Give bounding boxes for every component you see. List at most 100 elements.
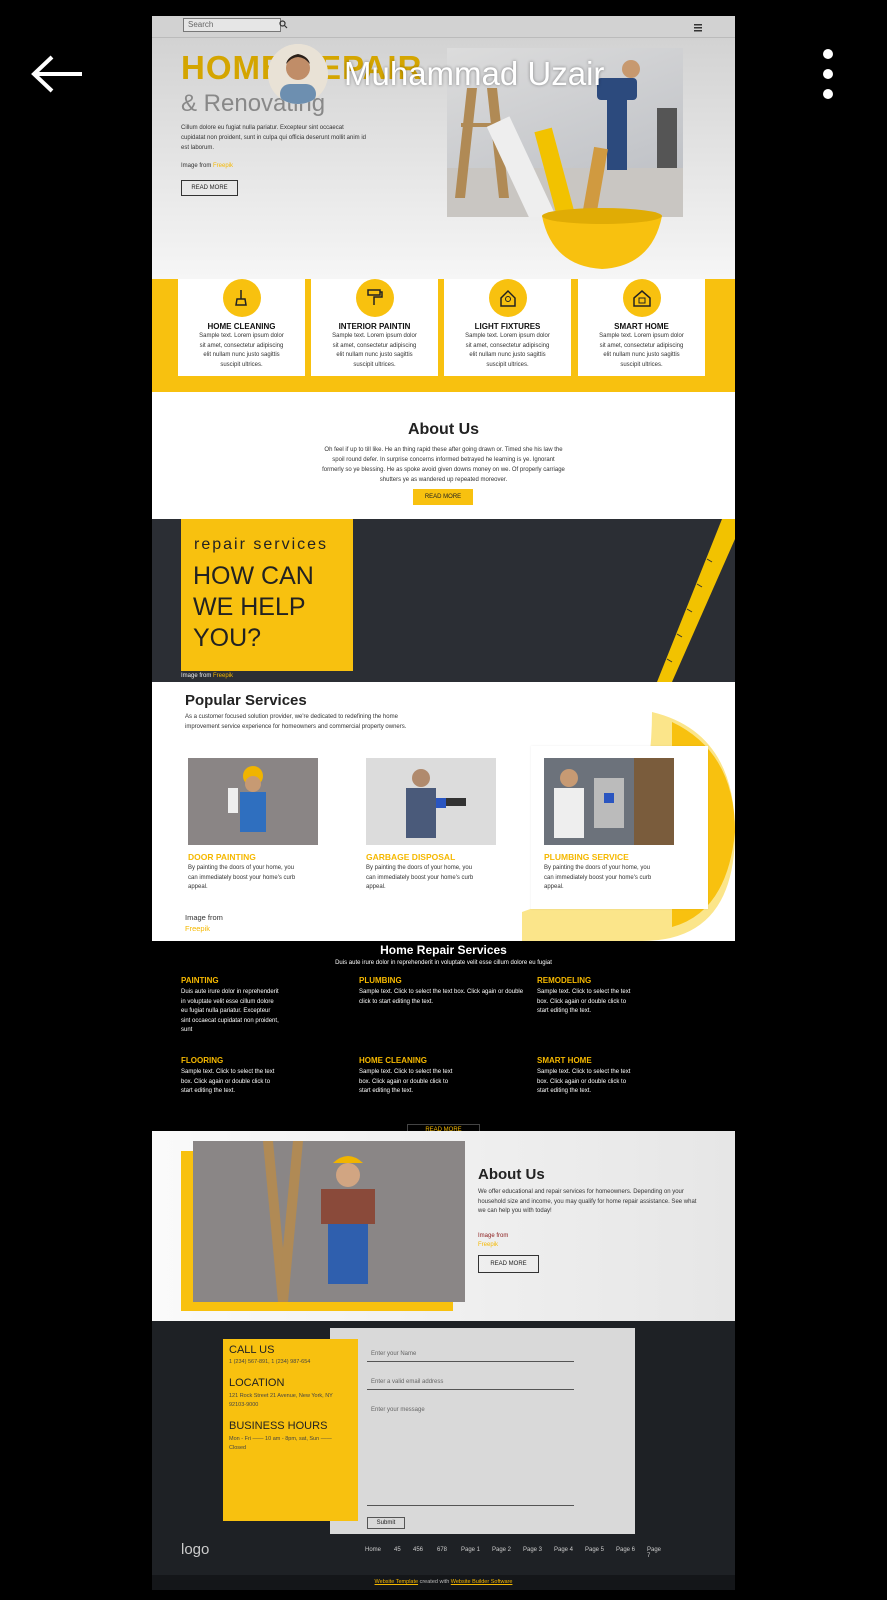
freepik-link[interactable]: Freepik <box>478 1242 498 1248</box>
contact-section: Enter your Name Enter a valid email addr… <box>152 1321 735 1590</box>
footer-nav-link[interactable]: 45 <box>394 1547 401 1553</box>
about-us-section-2: About Us We offer educational and repair… <box>152 1131 735 1321</box>
service-text: Sample text. Lorem ipsum dolor sit amet,… <box>599 333 684 368</box>
name-input[interactable]: Enter your Name <box>367 1348 574 1362</box>
popular-item-text: By painting the doors of your home, you … <box>544 865 652 890</box>
service-title: LIGHT FIXTURES <box>474 322 541 331</box>
about2-title: About Us <box>478 1166 545 1183</box>
avatar[interactable] <box>268 44 328 104</box>
location-title: LOCATION <box>229 1377 285 1389</box>
footer-nav-link[interactable]: Page 3 <box>523 1547 542 1553</box>
contact-info-card: CALL US 1 (234) 567-891, 1 (234) 987-654… <box>223 1339 358 1521</box>
search-input[interactable]: Search <box>183 18 281 32</box>
paint-roller-icon <box>356 279 394 317</box>
popular-item-text: By painting the doors of your home, you … <box>188 865 296 890</box>
repair-item-text: Sample text. Click to select the text bo… <box>359 1069 453 1094</box>
footer-nav-link[interactable]: 456 <box>413 1547 423 1553</box>
location-text: 121 Rock Street 21 Avenue, New York, NY … <box>229 1393 333 1408</box>
repair-item-text: Sample text. Click to select the text bo… <box>537 989 631 1014</box>
worker-woman-photo <box>193 1141 465 1302</box>
cleaning-icon <box>223 279 261 317</box>
about-read-more-button[interactable]: READ MORE <box>413 489 473 505</box>
service-title: INTERIOR PAINTIN <box>338 322 411 331</box>
call-us-text: 1 (234) 567-891, 1 (234) 987-654 <box>229 1359 311 1365</box>
popular-title: Popular Services <box>185 692 307 709</box>
door-painting-photo <box>188 758 318 845</box>
footer-nav-link[interactable]: Page 5 <box>585 1547 604 1553</box>
call-us-title: CALL US <box>229 1344 275 1356</box>
about-text: Oh feel if up to till like. He an thing … <box>322 447 565 483</box>
repair-item-title: SMART HOME <box>537 1056 592 1065</box>
footer-nav-link[interactable]: Page 6 <box>616 1547 635 1553</box>
website-template-link[interactable]: Website Template <box>375 1579 419 1585</box>
about-title: About Us <box>407 421 480 438</box>
freepik-link[interactable]: Freepik <box>213 163 233 169</box>
repair-item-title: FLOORING <box>181 1056 224 1065</box>
measuring-tape-image <box>657 519 735 682</box>
repair-subtitle: Duis aute irure dolor in reprehenderit i… <box>335 960 552 966</box>
help-image-credit: Image from Freepik <box>181 673 234 679</box>
services-strip: HOME CLEANING Sample text. Lorem ipsum d… <box>152 279 735 392</box>
popular-item-title[interactable]: GARBAGE DISPOSAL <box>366 852 455 862</box>
repair-item-text: Sample text. Click to select the text bo… <box>537 1069 631 1094</box>
message-textarea[interactable]: Enter your message <box>367 1404 574 1506</box>
garbage-disposal-photo <box>366 758 496 845</box>
service-card[interactable]: SMART HOME Sample text. Lorem ipsum dolo… <box>578 279 705 376</box>
top-bar: Search <box>152 16 735 38</box>
service-text: Sample text. Lorem ipsum dolor sit amet,… <box>199 333 284 368</box>
repair-item-title: HOME CLEANING <box>359 1056 427 1065</box>
screen: { "viewer": {"user_name": "Muhammad Uzai… <box>0 0 887 1600</box>
website-builder-link[interactable]: Website Builder Software <box>451 1579 513 1585</box>
footer-nav-link[interactable]: Page 7 <box>647 1547 665 1559</box>
footer-nav-link[interactable]: Home <box>365 1547 381 1553</box>
help-yellow-box: repair services HOW CAN WE HELP YOU? <box>181 519 353 671</box>
service-card[interactable]: INTERIOR PAINTIN Sample text. Lorem ipsu… <box>311 279 438 376</box>
footer-nav: Home 45 456 678 Page 1 Page 2 Page 3 Pag… <box>365 1547 665 1559</box>
footer-credit: Website Template created with Website Bu… <box>152 1575 735 1590</box>
repair-item-text: Sample text. Click to select the text bo… <box>359 989 524 1005</box>
about2-read-more-button[interactable]: READ MORE <box>478 1255 539 1273</box>
email-input[interactable]: Enter a valid email address <box>367 1376 574 1390</box>
back-arrow-icon[interactable] <box>30 54 84 94</box>
repair-item-title: PAINTING <box>181 976 219 985</box>
business-hours-text: Mon - Fri —— 10 am - 8pm, sat, Sun —— Cl… <box>229 1436 332 1451</box>
popular-item-title[interactable]: PLUMBING SERVICE <box>544 852 629 862</box>
search-icon[interactable] <box>279 20 288 29</box>
help-heading: HOW CAN WE HELP YOU? <box>193 562 314 652</box>
hamburger-menu-icon[interactable] <box>694 24 704 32</box>
service-text: Sample text. Lorem ipsum dolor sit amet,… <box>332 333 417 368</box>
light-bulb-icon <box>489 279 527 317</box>
about2-image-from: Image from <box>478 1233 509 1239</box>
hard-hat-image <box>542 208 662 269</box>
repair-title: Home Repair Services <box>380 943 507 957</box>
footer-nav-link[interactable]: Page 4 <box>554 1547 573 1553</box>
submit-button[interactable]: Submit <box>367 1517 405 1529</box>
hero-text: Cillum dolore eu fugiat nulla pariatur. … <box>181 125 367 151</box>
repair-item-title: PLUMBING <box>359 976 402 985</box>
business-hours-title: BUSINESS HOURS <box>229 1420 328 1432</box>
repair-item-title: REMODELING <box>537 976 592 985</box>
help-kicker: repair services <box>194 536 329 553</box>
popular-text: As a customer focused solution provider,… <box>185 714 407 730</box>
footer-nav-link[interactable]: 678 <box>437 1547 447 1553</box>
popular-services-section: Popular Services As a customer focused s… <box>152 682 735 941</box>
footer-nav-link[interactable]: Page 1 <box>461 1547 480 1553</box>
hero-read-more-button[interactable]: READ MORE <box>181 180 238 196</box>
popular-item-title[interactable]: DOOR PAINTING <box>188 852 256 862</box>
more-options-icon[interactable] <box>820 48 836 100</box>
service-title: HOME CLEANING <box>207 322 276 331</box>
service-card[interactable]: LIGHT FIXTURES Sample text. Lorem ipsum … <box>444 279 571 376</box>
smart-home-icon <box>623 279 661 317</box>
help-banner: repair services HOW CAN WE HELP YOU? Image… <box>152 519 735 682</box>
about-section: About Us Oh feel if up to till like. He … <box>152 392 735 519</box>
home-repair-services-section: Home Repair Services Duis aute irure dol… <box>152 941 735 1136</box>
repair-item-text: Sample text. Click to select the text bo… <box>181 1069 275 1094</box>
repair-item-text: Duis aute irure dolor in reprehenderit i… <box>181 989 279 1033</box>
service-card[interactable]: HOME CLEANING Sample text. Lorem ipsum d… <box>178 279 305 376</box>
service-title: SMART HOME <box>614 322 669 331</box>
footer-nav-link[interactable]: Page 2 <box>492 1547 511 1553</box>
freepik-link[interactable]: Freepik <box>185 924 210 933</box>
footer-logo[interactable]: logo <box>181 1541 209 1558</box>
popular-image-from: Image from <box>185 913 223 922</box>
freepik-link[interactable]: Freepik <box>213 673 233 679</box>
